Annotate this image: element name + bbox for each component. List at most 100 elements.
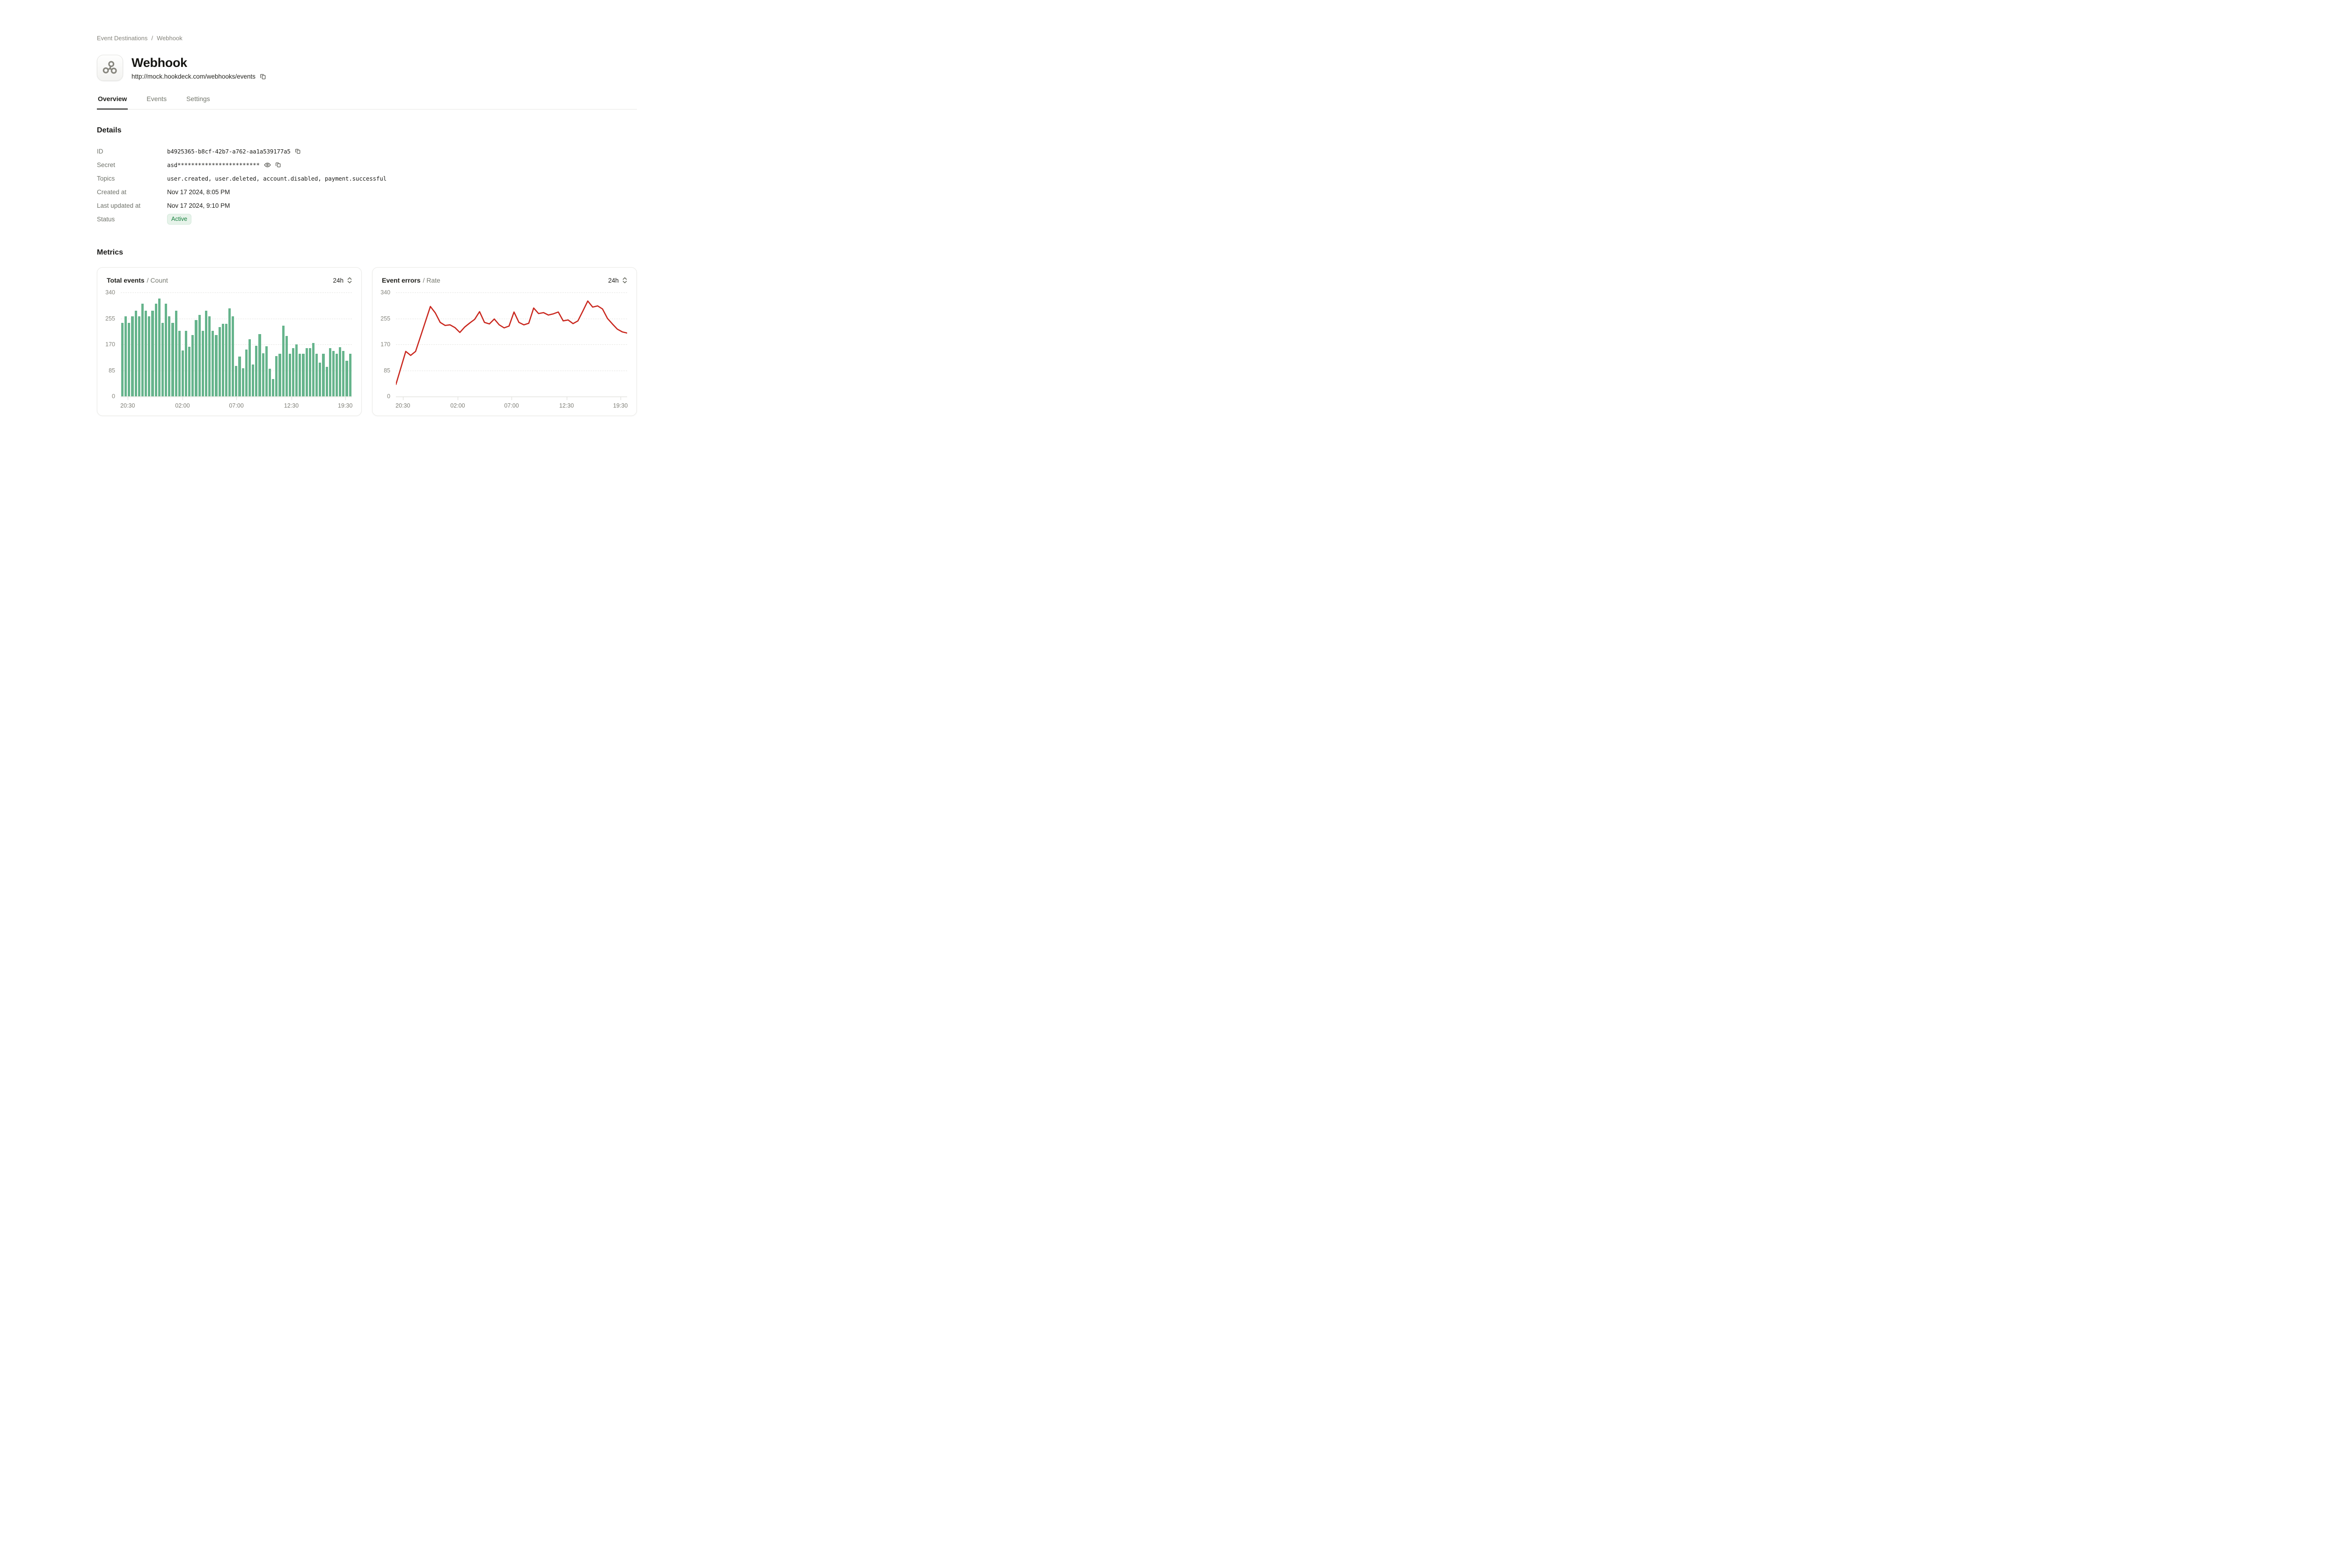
tab-settings[interactable]: Settings bbox=[185, 92, 211, 109]
bar bbox=[249, 339, 251, 396]
webhook-icon-box bbox=[97, 55, 123, 81]
bar bbox=[295, 344, 298, 396]
x-axis-label: 02:00 bbox=[450, 402, 465, 409]
bar bbox=[336, 354, 338, 396]
tab-events[interactable]: Events bbox=[146, 92, 168, 109]
bar bbox=[302, 354, 304, 396]
x-axis-label: 07:00 bbox=[504, 402, 519, 409]
x-axis-label: 12:30 bbox=[559, 402, 574, 409]
bar bbox=[145, 311, 147, 396]
bar bbox=[155, 304, 157, 396]
details-section: Details ID b4925365-b8cf-42b7-a762-aa1a5… bbox=[97, 126, 637, 226]
bar bbox=[195, 320, 197, 396]
bar bbox=[185, 331, 187, 396]
copy-secret-button[interactable] bbox=[275, 162, 281, 168]
detail-row-created-at: Created at Nov 17 2024, 8:05 PM bbox=[97, 185, 637, 199]
detail-label: Topics bbox=[97, 175, 167, 182]
bar bbox=[326, 367, 328, 396]
y-axis-label: 0 bbox=[387, 393, 390, 400]
card-title: Event errors / Rate bbox=[382, 277, 440, 284]
breadcrumb-link-event-destinations[interactable]: Event Destinations bbox=[97, 35, 147, 42]
bar bbox=[312, 343, 314, 396]
y-axis-label: 170 bbox=[380, 341, 390, 348]
reveal-secret-button[interactable] bbox=[264, 161, 271, 168]
range-selector[interactable]: 24h bbox=[608, 277, 627, 284]
bar bbox=[161, 323, 164, 396]
range-selector[interactable]: 24h bbox=[333, 277, 352, 284]
page: Event Destinations / Webhook Webhook htt… bbox=[0, 0, 734, 444]
bar bbox=[198, 315, 201, 396]
bar bbox=[235, 366, 237, 396]
x-axis-tick bbox=[345, 397, 346, 400]
created-at-value: Nov 17 2024, 8:05 PM bbox=[167, 189, 230, 196]
bar-chart-plot[interactable] bbox=[121, 292, 352, 396]
bar bbox=[282, 326, 285, 396]
bar bbox=[188, 347, 190, 396]
metric-name: Total events bbox=[107, 277, 145, 284]
breadcrumb-separator: / bbox=[151, 35, 153, 42]
metrics-section: Metrics Total events / Count 24h bbox=[97, 248, 637, 416]
y-axis: 085170255340 bbox=[105, 292, 121, 396]
copy-id-button[interactable] bbox=[295, 148, 301, 154]
bar bbox=[228, 308, 231, 396]
x-axis-label: 20:30 bbox=[395, 402, 410, 409]
line-series bbox=[396, 292, 627, 396]
bar bbox=[349, 354, 351, 396]
bar bbox=[315, 354, 318, 396]
x-axis-label: 02:00 bbox=[175, 402, 190, 409]
card-header: Event errors / Rate 24h bbox=[373, 268, 636, 287]
eye-icon bbox=[264, 161, 271, 168]
metric-unit: / Count bbox=[147, 277, 168, 284]
bar bbox=[141, 304, 144, 396]
bar bbox=[232, 316, 234, 396]
bar bbox=[212, 331, 214, 396]
detail-label: Last updated at bbox=[97, 202, 167, 209]
copy-icon bbox=[275, 162, 281, 168]
y-axis-label: 255 bbox=[105, 315, 115, 322]
bar bbox=[252, 365, 254, 396]
bar bbox=[342, 351, 344, 396]
y-axis-label: 255 bbox=[380, 315, 390, 322]
x-axis-label: 12:30 bbox=[284, 402, 299, 409]
copy-icon bbox=[295, 148, 301, 154]
webhook-icon bbox=[102, 60, 118, 76]
status-badge: Active bbox=[167, 214, 191, 225]
detail-label: Secret bbox=[97, 161, 167, 168]
line-chart-plot[interactable] bbox=[396, 292, 627, 396]
tab-bar: Overview Events Settings bbox=[97, 92, 637, 109]
bar bbox=[219, 327, 221, 396]
x-axis-tick bbox=[236, 397, 237, 400]
x-axis: 20:3002:0007:0012:3019:30 bbox=[396, 396, 627, 412]
bar bbox=[131, 316, 133, 396]
detail-row-status: Status Active bbox=[97, 212, 637, 226]
bar-chart: 085170255340 bbox=[97, 287, 361, 396]
copy-url-button[interactable] bbox=[260, 73, 266, 80]
y-axis-label: 85 bbox=[384, 367, 390, 374]
total-events-card: Total events / Count 24h 085170255340 20… bbox=[97, 267, 362, 416]
y-axis-label: 170 bbox=[105, 341, 115, 348]
page-header: Webhook http://mock.hookdeck.com/webhook… bbox=[97, 55, 637, 81]
bar bbox=[292, 348, 294, 396]
bar bbox=[121, 323, 124, 396]
bar bbox=[124, 316, 127, 396]
bar bbox=[171, 323, 174, 396]
y-axis-label: 340 bbox=[105, 289, 115, 296]
detail-row-topics: Topics user.created, user.deleted, accou… bbox=[97, 172, 637, 185]
detail-label: Status bbox=[97, 216, 167, 223]
event-errors-card: Event errors / Rate 24h 085170255340 20:… bbox=[372, 267, 637, 416]
x-axis-label: 20:30 bbox=[120, 402, 135, 409]
bar bbox=[299, 354, 301, 396]
tab-overview[interactable]: Overview bbox=[97, 92, 128, 109]
bar bbox=[182, 350, 184, 396]
metric-name: Event errors bbox=[382, 277, 420, 284]
bar bbox=[242, 368, 244, 396]
bar bbox=[151, 311, 154, 396]
detail-row-last-updated: Last updated at Nov 17 2024, 9:10 PM bbox=[97, 199, 637, 212]
bar bbox=[255, 346, 257, 396]
bar bbox=[148, 316, 150, 396]
metrics-heading: Metrics bbox=[97, 248, 637, 257]
line-path bbox=[396, 301, 627, 384]
bar bbox=[258, 334, 261, 396]
bar bbox=[205, 311, 207, 396]
breadcrumb: Event Destinations / Webhook bbox=[97, 35, 637, 42]
